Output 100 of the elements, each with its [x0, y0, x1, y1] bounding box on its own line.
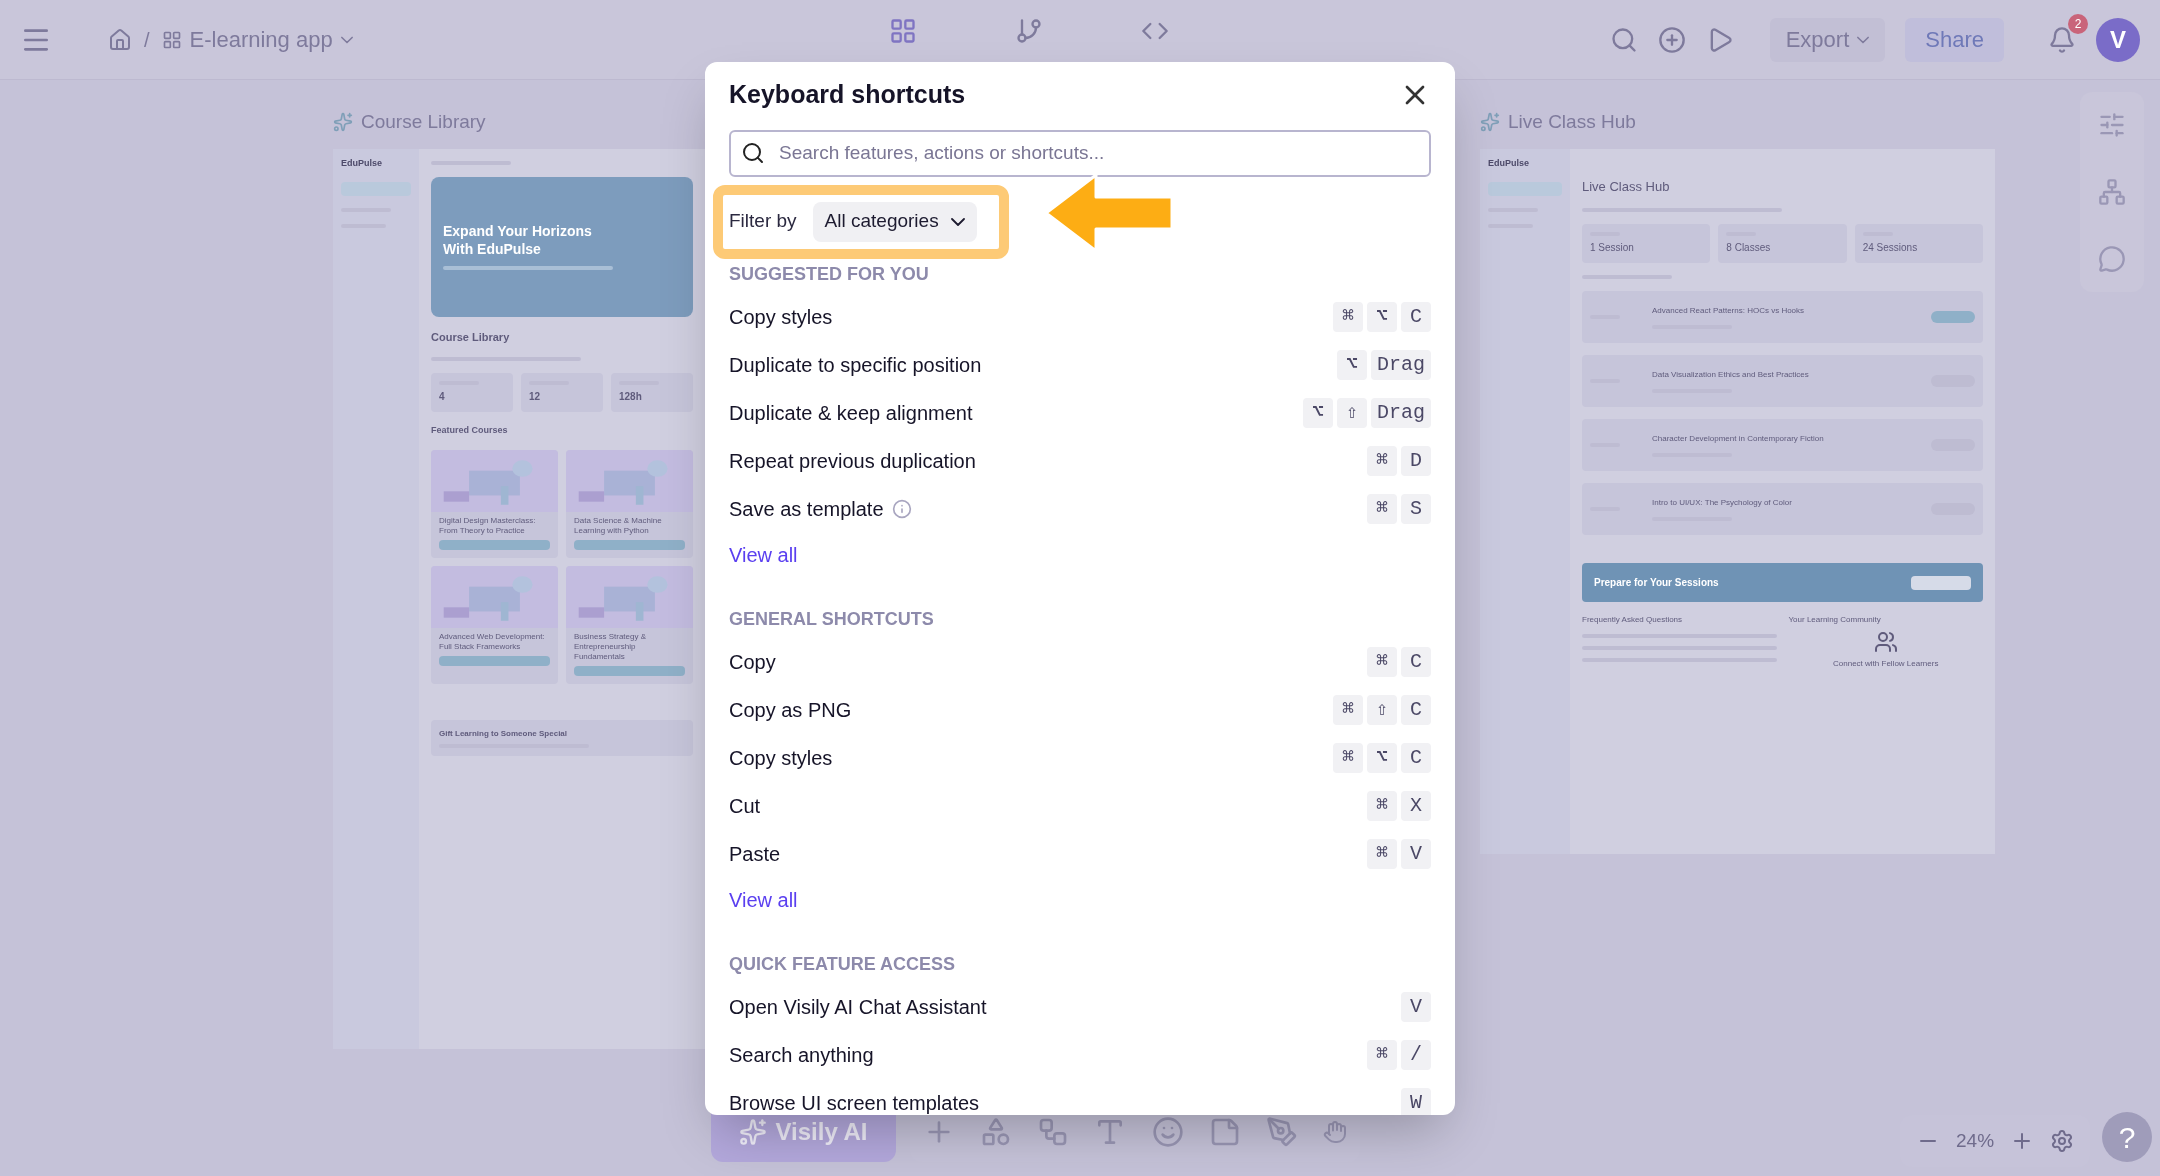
export-button[interactable]: Export [1769, 17, 1886, 62]
comment-icon[interactable] [2098, 244, 2126, 273]
key-cap: C [1401, 742, 1431, 773]
course-button[interactable] [574, 665, 685, 676]
banner-title: Prepare for Your Sessions [1594, 576, 1719, 590]
key-cap: ⌥ [1337, 349, 1367, 380]
project-name[interactable]: E-learning app [189, 23, 353, 56]
section-heading: GENERAL SHORTCUTS [729, 608, 935, 631]
chevron-down-icon [950, 217, 965, 226]
key-cap: / [1401, 1039, 1431, 1070]
key-cap: ⌘ [1367, 790, 1397, 821]
key-cap: W [1401, 1087, 1431, 1115]
key-cap: ⌥ [1367, 742, 1397, 773]
stat-value: 128h [619, 390, 643, 404]
section-heading: Featured Courses [431, 424, 509, 437]
notification-badge: 2 [2068, 13, 2088, 34]
help-button[interactable]: ? [2102, 1112, 2152, 1162]
stat-value: 12 [529, 390, 542, 404]
stat-value: 4 [439, 390, 446, 404]
key-cap: ⌘ [1367, 838, 1397, 869]
session-title: Advanced React Patterns: HOCs vs Hooks [1652, 305, 1806, 317]
filter-label: Filter by [729, 209, 797, 234]
view-all-link[interactable]: View all [729, 532, 798, 578]
key-cap: ⇧ [1337, 397, 1367, 428]
view-all-link[interactable]: View all [729, 877, 798, 923]
key-cap: ⌘ [1333, 742, 1363, 773]
bell-icon[interactable] [2048, 25, 2076, 54]
sparkle-icon [333, 112, 353, 133]
info-icon[interactable] [891, 498, 912, 519]
category-dropdown[interactable]: All categories [812, 201, 977, 242]
shortcut-label: Copy styles [729, 304, 833, 330]
hero-title: Expand Your Horizons With EduPulse [443, 223, 593, 258]
sparkle-icon [739, 1118, 768, 1146]
session-button[interactable] [1931, 311, 1975, 323]
smile-icon[interactable] [1151, 1116, 1184, 1148]
shortcut-label: Duplicate to specific position [729, 352, 982, 378]
branch-icon [1015, 16, 1044, 45]
course-button[interactable] [439, 539, 550, 550]
shortcut-label: Duplicate & keep alignment [729, 400, 973, 426]
add-icon[interactable] [1657, 25, 1686, 54]
chevron-down-icon [340, 35, 353, 44]
brand-name: EduPulse [341, 156, 383, 170]
faq-heading: Frequently Asked Questions [1582, 614, 1684, 626]
frame-title: Course Library [361, 110, 486, 134]
course-title: Digital Design Masterclass: From Theory to Practice [438, 515, 537, 536]
key-cap: ⌘ [1367, 493, 1397, 524]
community-heading: Your Learning Community [1788, 614, 1881, 626]
key-cap: ⌥ [1303, 397, 1333, 428]
community-title: Connect with Fellow Learners [1833, 658, 1939, 670]
shortcut-label: Repeat previous duplication [729, 448, 976, 474]
shortcut-label: Copy [729, 649, 776, 675]
shortcut-label: Search anything [729, 1042, 874, 1068]
search-icon[interactable] [1609, 25, 1638, 54]
sliders-icon[interactable] [2098, 111, 2126, 140]
search-icon [741, 140, 765, 165]
stat-value: 1 Session [1590, 241, 1635, 255]
resource-button[interactable] [1911, 575, 1971, 590]
key-cap: C [1401, 646, 1431, 677]
key-cap: V [1401, 838, 1431, 869]
sparkle-icon [1480, 112, 1500, 133]
shortcut-label: Copy styles [729, 745, 833, 771]
key-cap: V [1401, 991, 1431, 1022]
session-title: Data Visualization Ethics and Best Practices [1652, 369, 1810, 381]
key-cap: Drag [1371, 349, 1431, 380]
shortcut-label: Copy as PNG [729, 697, 852, 723]
course-title: Data Science & Machine Learning with Python [573, 515, 663, 536]
key-cap: S [1401, 493, 1431, 524]
course-title: Business Strategy & Entrepreneurship Fundamentals [573, 631, 648, 662]
frame-icon [161, 29, 182, 50]
shortcut-label: Paste [729, 841, 781, 867]
key-cap: ⌘ [1333, 301, 1363, 332]
brand-name: EduPulse [1488, 156, 1530, 170]
course-button[interactable] [439, 655, 550, 666]
dialog-title: Keyboard shortcuts [729, 79, 966, 110]
settings-icon[interactable] [2050, 1129, 2075, 1153]
section-heading: QUICK FEATURE ACCESS [729, 953, 956, 976]
key-cap: C [1401, 694, 1431, 725]
key-cap: ⇧ [1367, 694, 1397, 725]
hand-icon[interactable] [1323, 1120, 1348, 1144]
home-icon[interactable] [108, 27, 132, 52]
avatar[interactable]: V [2096, 17, 2140, 62]
session-title: Intro to UI/UX: The Psychology of Color [1652, 497, 1793, 509]
page-heading: Live Class Hub [1582, 177, 1671, 196]
key-cap: ⌘ [1367, 445, 1397, 476]
key-cap: ⌥ [1367, 301, 1397, 332]
key-cap: ⌘ [1333, 694, 1363, 725]
grid-icon [889, 16, 918, 45]
stat-value: 24 Sessions [1862, 241, 1919, 255]
shortcut-label: Save as template [729, 496, 884, 522]
section-heading: SUGGESTED FOR YOU [729, 263, 930, 286]
share-button[interactable]: Share [1905, 17, 2004, 62]
pen-icon[interactable] [1266, 1116, 1299, 1148]
course-button[interactable] [574, 539, 685, 550]
session-title: Character Development in Contemporary Fiction [1652, 433, 1825, 445]
shortcut-label: Cut [729, 793, 761, 819]
layers-icon[interactable] [2098, 178, 2126, 206]
frame-title: Live Class Hub [1508, 110, 1636, 134]
chevron-down-icon [1857, 35, 1870, 44]
breadcrumb-separator: / [144, 27, 150, 53]
search-field[interactable]: Search features, actions or shortcuts... [729, 129, 1431, 177]
